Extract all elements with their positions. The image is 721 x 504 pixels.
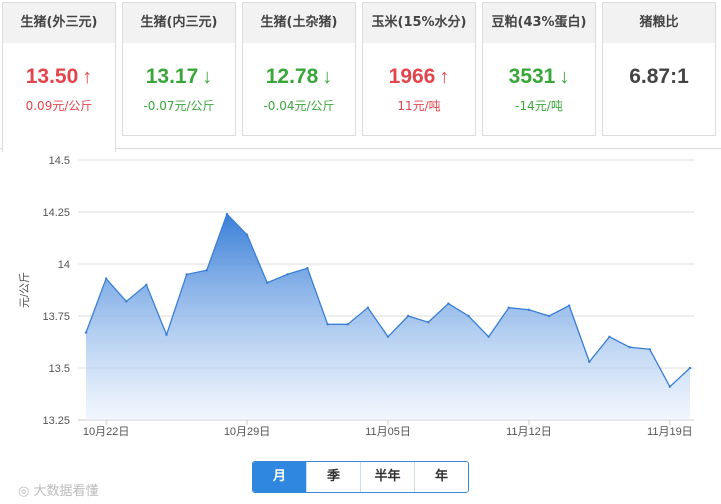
card-pig-grain-ratio[interactable]: 猪粮比 6.87:1 <box>602 2 716 136</box>
data-point <box>185 273 188 276</box>
card-pig-local[interactable]: 生猪(土杂猪) 12.78 ↓ -0.04元/公斤 <box>242 2 356 136</box>
data-point <box>406 314 410 318</box>
y-tick-label: 13.5 <box>49 363 70 375</box>
y-tick-label: 13.75 <box>42 311 70 323</box>
card-price: 13.17 ↓ <box>145 65 213 88</box>
data-point <box>447 302 450 305</box>
arrow-down-icon: ↓ <box>202 66 213 88</box>
data-point <box>245 233 249 237</box>
card-price: 12.78 ↓ <box>265 65 333 88</box>
card-change: 0.09元/公斤 <box>25 99 93 113</box>
card-change: -14元/吨 <box>515 99 563 113</box>
card-change: -0.07元/公斤 <box>143 99 215 113</box>
data-point <box>427 321 430 324</box>
price-cards: 生猪(外三元) 13.50 ↑ 0.09元/公斤 生猪(内三元) 13.17 ↓ -… <box>0 0 721 152</box>
y-axis-label: 元/公斤 <box>18 272 31 308</box>
data-point <box>386 335 390 338</box>
y-tick-label: 14 <box>58 259 70 271</box>
card-price: 6.87:1 <box>629 65 689 88</box>
arrow-up-icon: ↑ <box>82 66 93 88</box>
x-tick-label: 11月05日 <box>365 426 411 438</box>
data-point <box>205 269 208 272</box>
card-title: 玉米(15%水分) <box>363 3 475 43</box>
card-title: 生猪(内三元) <box>123 3 235 43</box>
x-tick-label: 11月12日 <box>506 426 552 438</box>
card-title: 豆粕(43%蛋白) <box>483 3 595 43</box>
card-soymeal[interactable]: 豆粕(43%蛋白) 3531 ↓ -14元/吨 <box>482 2 596 136</box>
data-point <box>366 306 370 309</box>
data-point <box>568 304 571 307</box>
data-point <box>628 346 631 349</box>
range-month-button[interactable]: 月 <box>253 462 307 492</box>
data-point <box>688 366 692 370</box>
arrow-down-icon: ↓ <box>322 66 333 88</box>
card-title: 生猪(外三元) <box>3 3 115 43</box>
area-fill <box>86 214 690 420</box>
y-tick-label: 14.25 <box>42 207 70 219</box>
range-selector: 月 季 半年 年 <box>252 461 469 493</box>
card-title: 猪粮比 <box>603 3 715 43</box>
data-point <box>588 360 591 363</box>
card-change: -0.04元/公斤 <box>263 99 335 113</box>
card-price: 13.50 ↑ <box>25 65 93 88</box>
data-point <box>104 277 108 280</box>
data-point <box>165 333 168 336</box>
card-corn[interactable]: 玉米(15%水分) 1966 ↑ 11元/吨 <box>362 2 476 136</box>
data-point <box>125 300 128 303</box>
data-point <box>648 348 651 351</box>
y-tick-label: 14.5 <box>49 155 70 167</box>
data-point <box>306 266 309 270</box>
x-tick-label: 11月19日 <box>647 426 693 438</box>
data-point <box>286 273 289 276</box>
data-point <box>326 323 329 326</box>
data-point <box>346 323 349 326</box>
card-pig-outer[interactable]: 生猪(外三元) 13.50 ↑ 0.09元/公斤 <box>2 2 116 152</box>
watermark: ◎ 大数据看懂 <box>18 480 99 499</box>
data-point <box>527 308 531 311</box>
y-tick-label: 13.25 <box>42 415 70 427</box>
watermark-logo-icon: ◎ <box>18 484 34 499</box>
card-price: 3531 ↓ <box>508 65 570 88</box>
data-point <box>608 335 611 338</box>
data-point <box>547 314 551 318</box>
card-pig-inner[interactable]: 生猪(内三元) 13.17 ↓ -0.07元/公斤 <box>122 2 236 136</box>
data-point <box>507 306 510 309</box>
range-year-button[interactable]: 年 <box>415 462 468 492</box>
data-point <box>145 283 148 286</box>
card-title: 生猪(土杂猪) <box>243 3 355 43</box>
data-point <box>266 281 269 284</box>
price-chart: 13.25 13.5 13.75 14 14.25 14.5 10月22日 10月29日 11月… <box>18 155 694 438</box>
x-tick-label: 10月29日 <box>224 426 270 438</box>
data-point <box>668 385 672 388</box>
arrow-down-icon: ↓ <box>559 66 570 88</box>
range-quarter-button[interactable]: 季 <box>307 462 361 492</box>
range-halfyear-button[interactable]: 半年 <box>361 462 415 492</box>
card-change: 11元/吨 <box>397 99 441 113</box>
data-point <box>225 212 229 216</box>
data-point <box>487 335 490 338</box>
data-point <box>84 331 88 334</box>
x-tick-label: 10月22日 <box>83 426 129 438</box>
data-point <box>467 314 470 318</box>
watermark-text: 大数据看懂 <box>33 484 99 499</box>
arrow-up-icon: ↑ <box>439 66 450 88</box>
card-price: 1966 ↑ <box>388 65 450 88</box>
